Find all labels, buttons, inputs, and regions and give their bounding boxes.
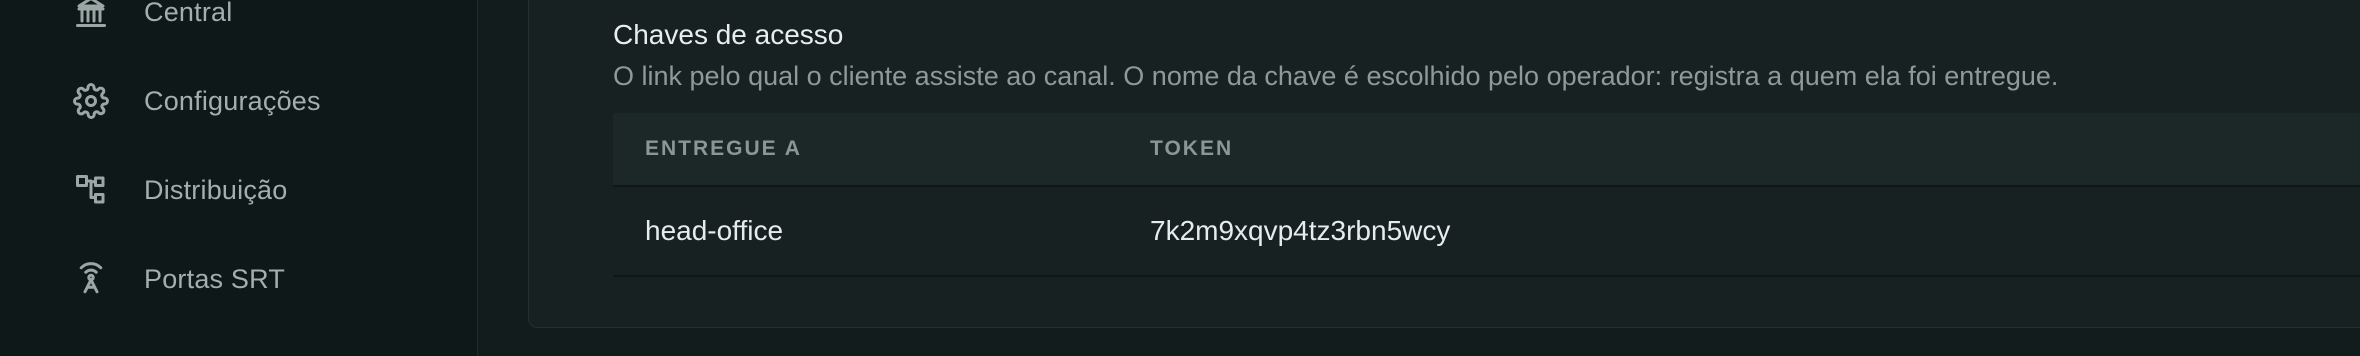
broadcast-icon [72, 260, 110, 298]
column-header-token[interactable]: TOKEN [1150, 137, 1233, 161]
distribution-icon [72, 171, 110, 209]
table-row[interactable]: head-office 7k2m9xqvp4tz3rbn5wcy [613, 187, 2360, 277]
cell-token[interactable]: 7k2m9xqvp4tz3rbn5wcy [1150, 215, 1450, 247]
gear-icon [72, 82, 110, 120]
sidebar-item-configuracoes[interactable]: Configurações [0, 61, 477, 141]
sidebar-item-label: Configurações [144, 85, 321, 116]
sidebar-item-distribuicao[interactable]: Distribuição [0, 150, 477, 230]
table-header: ENTREGUE A TOKEN [613, 113, 2360, 187]
main-content: Chaves de acesso O link pelo qual o clie… [478, 0, 2360, 356]
access-keys-table: ENTREGUE A TOKEN head-office 7k2m9xqvp4t… [613, 113, 2360, 277]
access-keys-card: Chaves de acesso O link pelo qual o clie… [528, 0, 2360, 328]
sidebar-item-label: Portas SRT [144, 263, 286, 294]
card-description: O link pelo qual o cliente assiste ao ca… [613, 61, 2059, 91]
sidebar-item-central[interactable]: Central [0, 0, 477, 52]
column-header-delivered-to[interactable]: ENTREGUE A [645, 137, 802, 161]
app-root: Central Configurações Distribuição Porta… [0, 0, 2360, 356]
sidebar: Central Configurações Distribuição Porta… [0, 0, 478, 356]
sidebar-item-label: Distribuição [144, 174, 288, 205]
sidebar-item-portas-srt[interactable]: Portas SRT [0, 239, 477, 319]
cell-delivered-to: head-office [645, 215, 784, 246]
card-title: Chaves de acesso [613, 19, 844, 50]
bank-icon [72, 0, 110, 31]
sidebar-item-label: Central [144, 0, 233, 27]
